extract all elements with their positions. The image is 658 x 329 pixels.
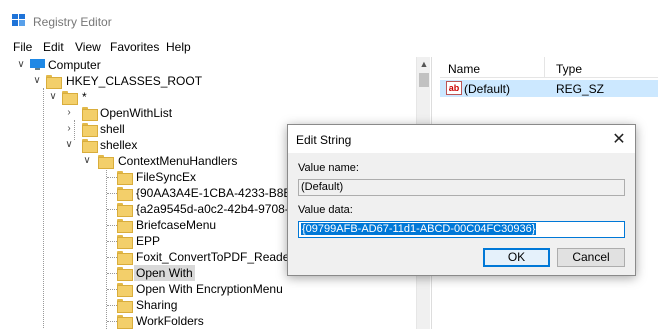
ok-button[interactable]: OK (483, 248, 550, 267)
column-header-type[interactable]: Type (556, 62, 582, 76)
folder-icon (82, 107, 98, 121)
registry-editor-icon (12, 14, 25, 26)
menu-favorites[interactable]: Favorites (110, 40, 159, 54)
close-icon[interactable]: ✕ (611, 129, 627, 149)
folder-icon (117, 299, 133, 313)
dialog-title: Edit String (296, 133, 352, 147)
chevron-down-icon[interactable]: ∨ (64, 137, 74, 153)
dialog-body: Value name: (Default) Value data: {09799… (288, 153, 635, 275)
folder-icon (98, 155, 114, 169)
folder-icon (82, 123, 98, 137)
window-title: Registry Editor (33, 15, 112, 29)
scroll-up-icon[interactable]: ▲ (417, 57, 431, 71)
menu-edit[interactable]: Edit (43, 40, 64, 54)
tree-connector (43, 88, 44, 328)
folder-icon (62, 91, 78, 105)
folder-icon (117, 251, 133, 265)
value-name-field: (Default) (298, 179, 625, 196)
value-data-text: {09799AFB-AD67-11d1-ABCD-00C04FC30936} (301, 223, 537, 235)
folder-icon (117, 315, 133, 329)
folder-icon (117, 283, 133, 297)
folder-icon (117, 267, 133, 281)
folder-icon (117, 187, 133, 201)
computer-icon (30, 59, 45, 70)
chevron-down-icon[interactable]: ∨ (82, 153, 92, 169)
menu-help[interactable]: Help (166, 40, 191, 54)
registry-editor-window: Registry Editor File Edit View Favorites… (0, 0, 658, 329)
value-row-default[interactable]: ab (Default) REG_SZ (440, 80, 658, 97)
folder-icon (82, 139, 98, 153)
chevron-right-icon[interactable]: › (64, 121, 74, 137)
menu-bar: File Edit View Favorites Help (0, 38, 658, 56)
scrollbar-thumb[interactable] (419, 73, 429, 87)
value-data-input[interactable]: {09799AFB-AD67-11d1-ABCD-00C04FC30936} (298, 221, 625, 238)
chevron-down-icon[interactable]: ∨ (48, 89, 58, 105)
cancel-button[interactable]: Cancel (557, 248, 625, 267)
edit-string-dialog: Edit String ✕ Value name: (Default) Valu… (287, 124, 636, 276)
value-name-label: Value name: (298, 162, 359, 174)
folder-icon (117, 235, 133, 249)
tree-connector (74, 120, 75, 140)
folder-icon (117, 219, 133, 233)
string-value-icon: ab (446, 81, 462, 95)
menu-view[interactable]: View (75, 40, 101, 54)
title-bar: Registry Editor (0, 0, 658, 36)
chevron-right-icon[interactable]: › (64, 105, 74, 121)
chevron-down-icon[interactable]: ∨ (16, 57, 26, 73)
chevron-down-icon[interactable]: ∨ (32, 73, 42, 89)
value-data-label: Value data: (298, 204, 353, 216)
folder-icon (117, 203, 133, 217)
folder-icon (46, 75, 62, 89)
list-header: Name Type (440, 57, 658, 78)
column-header-name[interactable]: Name (448, 62, 480, 76)
folder-icon (117, 171, 133, 185)
menu-file[interactable]: File (13, 40, 32, 54)
